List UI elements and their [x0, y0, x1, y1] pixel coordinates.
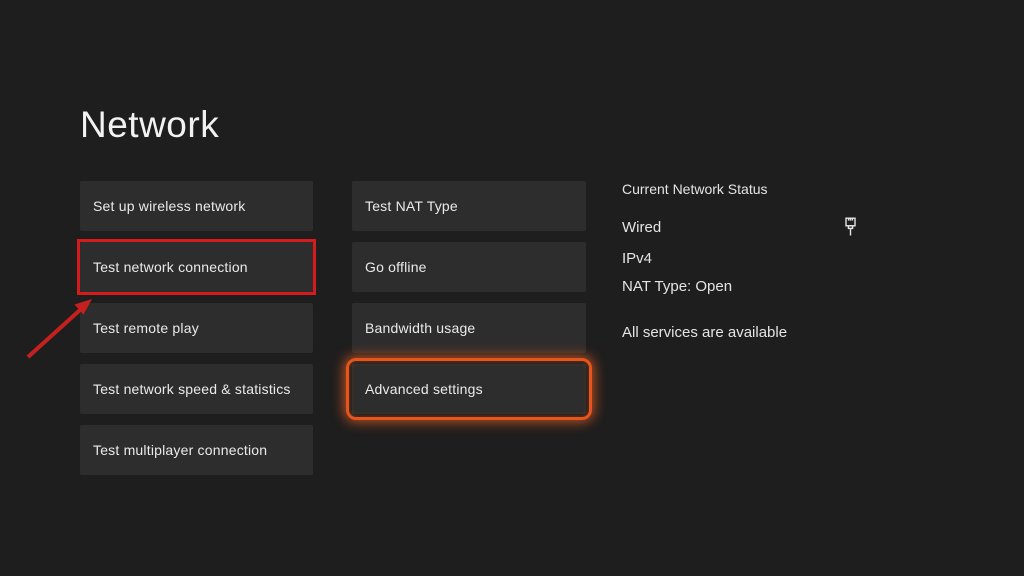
- button-label: Test multiplayer connection: [80, 442, 267, 458]
- status-heading: Current Network Status: [622, 181, 858, 197]
- button-label: Advanced settings: [352, 381, 483, 397]
- services-status-label: All services are available: [622, 324, 858, 341]
- current-network-status-panel: Current Network Status Wired IPv4 NAT Ty…: [622, 181, 858, 341]
- setup-wireless-network-button[interactable]: Set up wireless network: [80, 181, 313, 231]
- network-settings-screen: Network Set up wireless network Test net…: [0, 0, 1024, 576]
- nat-type-label: NAT Type: Open: [622, 278, 858, 295]
- advanced-settings-button[interactable]: Advanced settings: [352, 364, 586, 414]
- test-network-connection-button[interactable]: Test network connection: [80, 242, 313, 292]
- ethernet-plug-icon: [843, 217, 858, 238]
- page-title: Network: [80, 104, 219, 146]
- connection-type-row: Wired: [622, 217, 858, 238]
- test-network-speed-statistics-button[interactable]: Test network speed & statistics: [80, 364, 313, 414]
- button-label: Test NAT Type: [352, 198, 458, 214]
- go-offline-button[interactable]: Go offline: [352, 242, 586, 292]
- test-nat-type-button[interactable]: Test NAT Type: [352, 181, 586, 231]
- button-label: Test network speed & statistics: [80, 381, 291, 397]
- button-label: Test network connection: [80, 259, 248, 275]
- button-label: Go offline: [352, 259, 427, 275]
- ip-version-label: IPv4: [622, 250, 858, 267]
- bandwidth-usage-button[interactable]: Bandwidth usage: [352, 303, 586, 353]
- middle-options-column: Test NAT Type Go offline Bandwidth usage…: [352, 181, 586, 425]
- test-multiplayer-connection-button[interactable]: Test multiplayer connection: [80, 425, 313, 475]
- button-label: Bandwidth usage: [352, 320, 475, 336]
- connection-type-label: Wired: [622, 219, 661, 236]
- test-remote-play-button[interactable]: Test remote play: [80, 303, 313, 353]
- button-label: Test remote play: [80, 320, 199, 336]
- button-label: Set up wireless network: [80, 198, 245, 214]
- left-options-column: Set up wireless network Test network con…: [80, 181, 313, 486]
